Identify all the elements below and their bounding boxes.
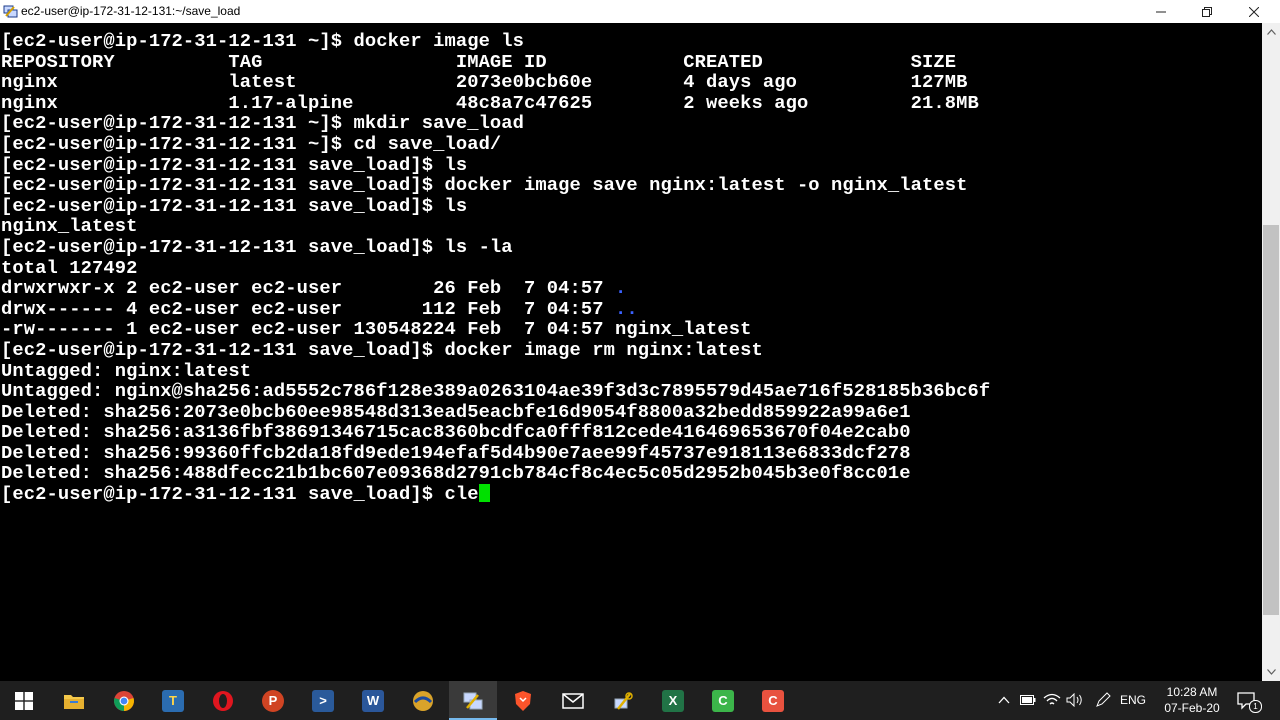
terminal-line: REPOSITORY TAG IMAGE ID CREATED SIZE [1, 50, 957, 73]
taskbar-app-3[interactable]: T [149, 681, 197, 720]
clock-time: 10:28 AM [1166, 685, 1218, 699]
notification-count: 1 [1249, 700, 1262, 713]
excel-icon: X [662, 689, 684, 712]
terminal-line: Deleted: sha256:a3136fbf38691346715cac83… [1, 421, 911, 444]
taskbar-mail[interactable] [549, 681, 597, 720]
brave-icon [515, 690, 531, 711]
battery-tray-button[interactable] [1019, 691, 1037, 709]
taskbar-excel[interactable]: X [649, 681, 697, 720]
title-bar: ec2-user@ip-172-31-12-131:~/save_load [0, 0, 1280, 23]
file-explorer-icon [64, 694, 84, 709]
restore-button[interactable] [1184, 0, 1230, 23]
terminal-prompt-line: [ec2-user@ip-172-31-12-131 save_load]$ c… [1, 484, 990, 505]
show-hidden-icons-button[interactable] [995, 691, 1013, 709]
windows-start-icon [15, 691, 33, 710]
putty-icon [463, 692, 483, 709]
scroll-down-button[interactable] [1262, 663, 1280, 681]
terminal-line: [ec2-user@ip-172-31-12-131 ~]$ docker im… [1, 30, 525, 52]
chevron-up-icon [1266, 29, 1276, 35]
terminal-line: Deleted: sha256:488dfecc21b1bc607e09368d… [1, 462, 911, 485]
taskbar-file-explorer[interactable] [50, 681, 98, 720]
taskbar-camtasia-red[interactable]: C [749, 681, 797, 720]
taskbar-putty[interactable] [449, 681, 497, 720]
terminal-line: [ec2-user@ip-172-31-12-131 save_load]$ l… [1, 153, 468, 176]
clock[interactable]: 10:28 AM 07-Feb-20 [1154, 684, 1230, 716]
system-tray: ENG 10:28 AM 07-Feb-20 1 [980, 681, 1280, 720]
battery-icon [1020, 695, 1036, 705]
parent-dir-entry: .. [615, 297, 638, 320]
chrome-icon [114, 690, 134, 711]
camtasia-green-icon: C [712, 689, 734, 712]
chevron-down-icon [1266, 669, 1276, 675]
terminal-line: Untagged: nginx:latest [1, 359, 252, 382]
close-icon [1249, 6, 1259, 17]
terminal-line: Untagged: nginx@sha256:ad5552c786f128e38… [1, 380, 991, 403]
terminal-line: drwx------ 4 ec2-user ec2-user 112 Feb 7… [1, 297, 990, 320]
terminal-line: [ec2-user@ip-172-31-12-131 ~]$ cd save_l… [1, 132, 502, 155]
terminal-line: drwxrwxr-x 2 ec2-user ec2-user 26 Feb 7 … [1, 278, 990, 299]
app-icon-8 [413, 690, 433, 711]
terminal-line: nginx 1.17-alpine 48c8a7c47625 2 weeks a… [1, 91, 979, 114]
app-icon-12 [614, 691, 633, 710]
terminal-line: [ec2-user@ip-172-31-12-131 save_load]$ l… [1, 235, 513, 258]
terminal-line: [ec2-user@ip-172-31-12-131 save_load]$ d… [1, 174, 968, 197]
taskbar-powerpoint[interactable]: P [249, 681, 297, 720]
restore-icon [1202, 6, 1212, 17]
minimize-icon [1156, 11, 1166, 12]
pen-icon [1096, 692, 1111, 707]
terminal-line: [ec2-user@ip-172-31-12-131 save_load]$ l… [1, 194, 468, 217]
terminal-line: Deleted: sha256:2073e0bcb60ee98548d313ea… [1, 400, 911, 423]
taskbar-app-12[interactable] [599, 681, 647, 720]
app-icon-3: T [162, 689, 184, 712]
terminal-cursor [478, 484, 490, 503]
action-center-button[interactable]: 1 [1235, 689, 1262, 713]
taskbar: T P > W X C C ENG 10:28 AM 07-Feb-20 1 [0, 681, 1280, 720]
terminal-input-text: [ec2-user@ip-172-31-12-131 save_load]$ c… [1, 483, 479, 506]
pen-tray-button[interactable] [1094, 691, 1112, 709]
terminal-output[interactable]: [ec2-user@ip-172-31-12-131 ~]$ docker im… [0, 23, 1262, 681]
window-title: ec2-user@ip-172-31-12-131:~/save_load [21, 4, 241, 18]
terminal-line: [ec2-user@ip-172-31-12-131 save_load]$ d… [1, 338, 763, 361]
clock-date: 07-Feb-20 [1164, 701, 1220, 715]
terminal-line-text: drwxrwxr-x 2 ec2-user ec2-user 26 Feb 7 … [1, 277, 616, 300]
word-icon: W [362, 689, 384, 712]
taskbar-camtasia-green[interactable]: C [699, 681, 747, 720]
close-button[interactable] [1231, 0, 1277, 23]
current-dir-entry: . [615, 277, 627, 300]
terminal-line: [ec2-user@ip-172-31-12-131 ~]$ mkdir sav… [1, 112, 525, 135]
mail-icon [562, 692, 584, 709]
wifi-icon [1043, 693, 1061, 705]
opera-icon [213, 690, 233, 711]
volume-tray-button[interactable] [1066, 691, 1084, 709]
vertical-scrollbar[interactable] [1262, 23, 1280, 681]
terminal-line-text: drwx------ 4 ec2-user ec2-user 112 Feb 7… [1, 297, 616, 320]
start-button[interactable] [0, 681, 48, 720]
putty-icon [3, 5, 18, 18]
terminal-line: total 127492 [1, 256, 138, 279]
powerpoint-icon: P [262, 689, 284, 712]
terminal-line: Deleted: sha256:99360ffcb2da18fd9ede194e… [1, 441, 911, 464]
chevron-up-icon [998, 696, 1010, 704]
powershell-icon: > [312, 689, 334, 712]
taskbar-brave[interactable] [499, 681, 547, 720]
terminal-line: -rw------- 1 ec2-user ec2-user 130548224… [1, 318, 752, 341]
scroll-up-button[interactable] [1262, 23, 1280, 41]
volume-icon [1066, 693, 1082, 707]
taskbar-powershell[interactable]: > [299, 681, 347, 720]
scroll-thumb[interactable] [1263, 225, 1279, 615]
minimize-button[interactable] [1138, 0, 1184, 23]
terminal-line: nginx latest 2073e0bcb60e 4 days ago 127… [1, 71, 968, 94]
input-language[interactable]: ENG [1120, 693, 1146, 707]
taskbar-word[interactable]: W [349, 681, 397, 720]
network-tray-button[interactable] [1043, 691, 1061, 709]
taskbar-app-8[interactable] [399, 681, 447, 720]
terminal-line: nginx_latest [1, 215, 138, 238]
taskbar-opera[interactable] [199, 681, 247, 720]
terminal-lines: [ec2-user@ip-172-31-12-131 ~]$ docker im… [1, 31, 990, 505]
camtasia-red-icon: C [762, 689, 784, 712]
taskbar-chrome[interactable] [100, 681, 148, 720]
